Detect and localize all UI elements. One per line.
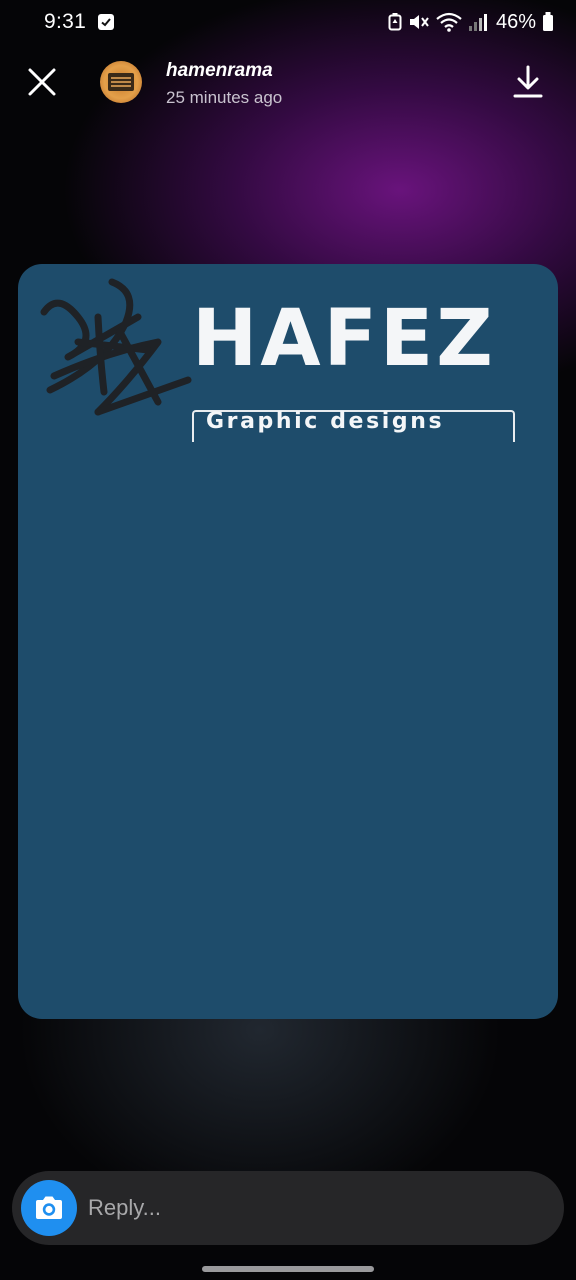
story-timestamp: 25 minutes ago (166, 88, 283, 107)
camera-button[interactable] (21, 1180, 77, 1236)
download-button[interactable] (508, 62, 548, 102)
close-icon (28, 68, 56, 96)
status-time: 9:31 (44, 10, 87, 33)
username[interactable]: hamenrama (166, 60, 273, 82)
battery-saver-icon (388, 13, 402, 31)
reply-input[interactable] (88, 1185, 528, 1231)
story-media[interactable]: HAFEZ Graphic designs (18, 264, 558, 1019)
reply-bar (12, 1171, 564, 1245)
checkbox-icon (98, 14, 115, 30)
signature-logo-icon (40, 278, 192, 416)
status-right: 46% (388, 11, 554, 34)
mute-icon (408, 12, 430, 32)
avatar[interactable] (100, 61, 142, 103)
brand-subtitle: Graphic designs (206, 409, 445, 434)
battery-icon (542, 12, 554, 32)
close-button[interactable] (22, 62, 62, 102)
home-indicator[interactable] (202, 1266, 374, 1272)
download-icon (513, 65, 543, 98)
brand-title: HAFEZ (192, 294, 496, 384)
status-bar: 9:31 46% (0, 0, 576, 44)
battery-percentage: 46% (495, 10, 536, 33)
wifi-icon (436, 12, 462, 32)
camera-icon (36, 1196, 62, 1219)
status-left: 9:31 (44, 10, 115, 34)
story-header: hamenrama 25 minutes ago (0, 54, 576, 114)
signal-icon (468, 12, 488, 32)
